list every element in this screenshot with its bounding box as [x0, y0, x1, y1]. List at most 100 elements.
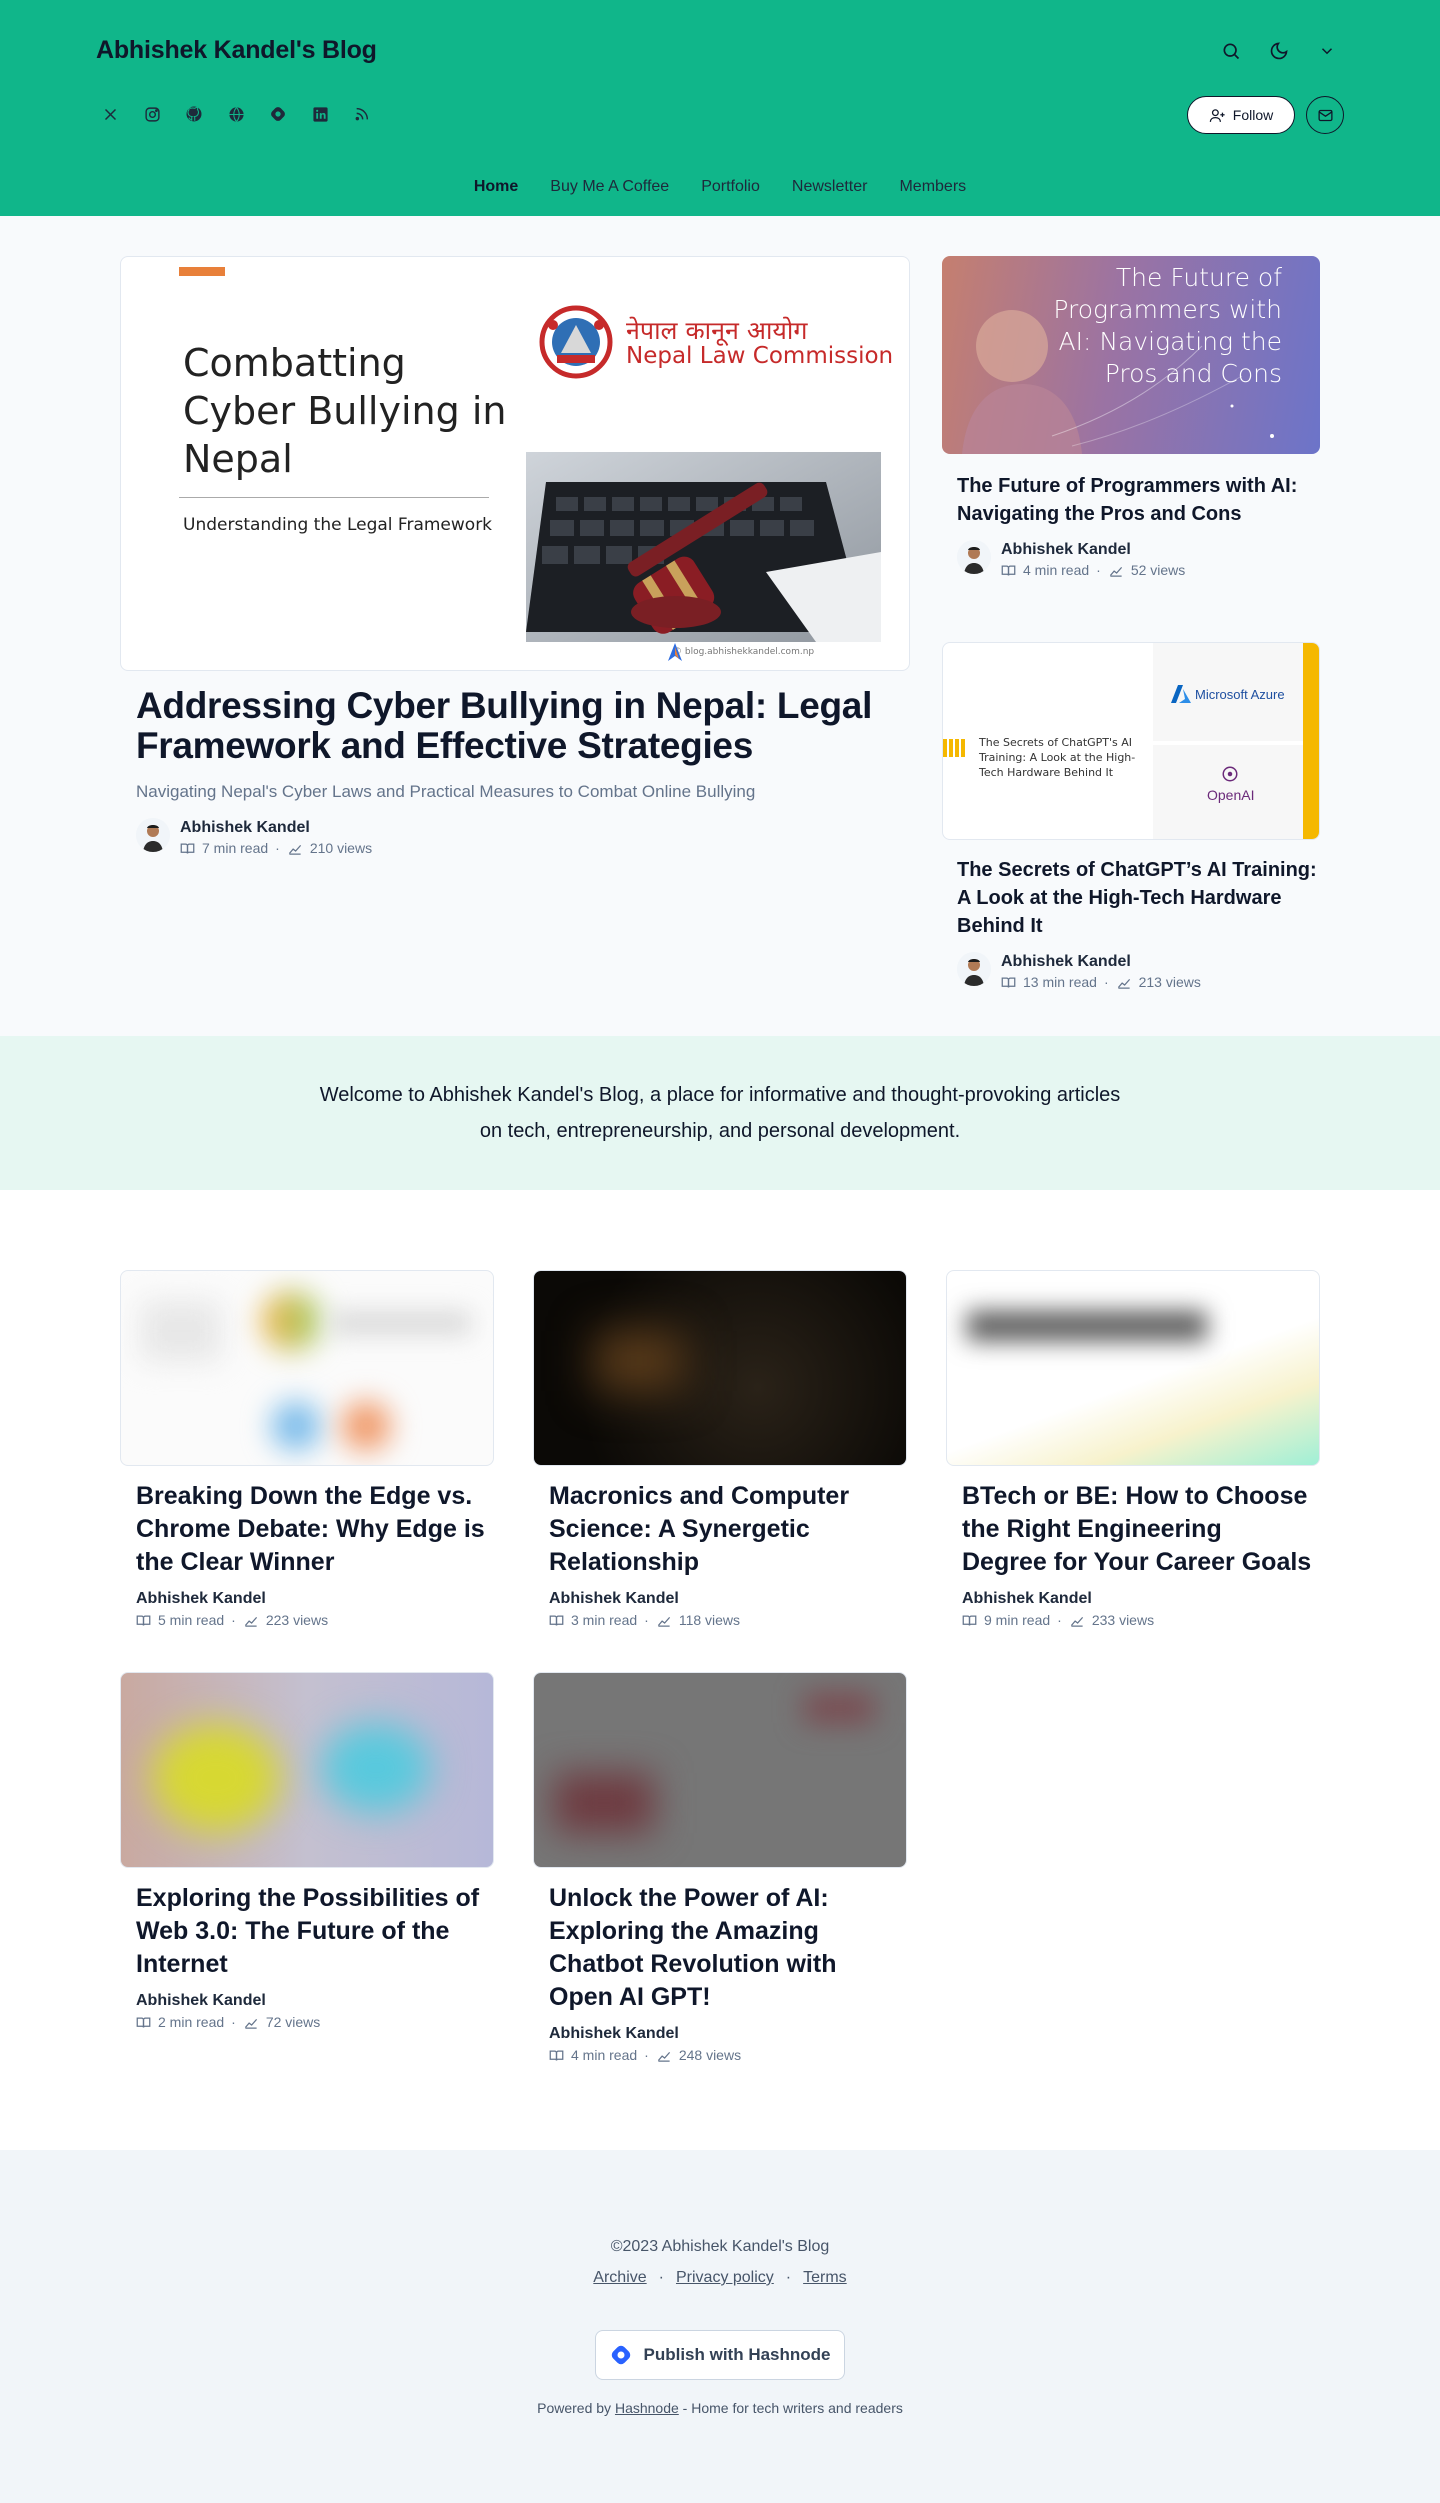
blurred-shape	[261, 1291, 321, 1351]
side-post-title[interactable]: The Future of Programmers with AI: Navig…	[957, 472, 1317, 528]
view-count: 248 views	[678, 2047, 742, 2063]
author-name[interactable]: Abhishek Kandel	[549, 1590, 679, 1608]
powered-suffix: - Home for tech writers and readers	[682, 2400, 903, 2416]
side-post-cover[interactable]: The Secrets of ChatGPT's AI Training: A …	[942, 642, 1320, 840]
publish-label: Publish with Hashnode	[643, 2345, 831, 2364]
view-count: 72 views	[265, 2014, 321, 2030]
social-link-linkedin[interactable]	[306, 100, 334, 128]
meta-separator: ·	[1096, 562, 1101, 578]
follow-button[interactable]: Follow	[1187, 96, 1295, 134]
social-link-hashnode[interactable]	[264, 100, 292, 128]
newsletter-button[interactable]	[1306, 96, 1344, 134]
nav-item-buy-me-a-coffee[interactable]: Buy Me A Coffee	[550, 178, 669, 196]
cover-org-english: Nepal Law Commission	[626, 343, 894, 369]
site-header: Abhishek Kandel's Blog Follow Home Buy M…	[0, 0, 1440, 216]
post-meta: 5 min read · 223 views	[136, 1610, 328, 1630]
avatar[interactable]	[957, 540, 991, 574]
social-link-instagram[interactable]	[138, 100, 166, 128]
post-cover[interactable]	[946, 1270, 1320, 1466]
author-name[interactable]: Abhishek Kandel	[136, 1992, 266, 2010]
meta-separator: ·	[231, 1612, 236, 1628]
author-name[interactable]: Abhishek Kandel	[180, 818, 372, 838]
book-open-icon	[180, 843, 195, 854]
views-chart-icon	[1109, 566, 1122, 577]
gavel-laptop-image	[526, 452, 881, 642]
social-link-website[interactable]	[222, 100, 250, 128]
publish-with-hashnode-button[interactable]: Publish with Hashnode	[595, 2330, 845, 2380]
header-tools	[1214, 34, 1344, 68]
azure-logo-icon	[1171, 685, 1191, 703]
nav-item-home[interactable]: Home	[474, 178, 518, 196]
views-chart-icon	[288, 844, 301, 855]
cover-url: © blog.abhishekkandel.com.np	[673, 647, 815, 657]
featured-post-cover[interactable]: Combatting Cyber Bullying in Nepal Under…	[120, 256, 910, 671]
post-cover[interactable]	[120, 1270, 494, 1466]
avatar[interactable]	[136, 818, 170, 852]
post-title[interactable]: Unlock the Power of AI: Exploring the Am…	[549, 1882, 899, 2014]
post-title[interactable]: Macronics and Computer Science: A Synerg…	[549, 1480, 899, 1579]
view-count: 118 views	[678, 1612, 741, 1628]
book-open-icon	[962, 1615, 977, 1626]
featured-post-subtitle: Navigating Nepal's Cyber Laws and Practi…	[136, 782, 756, 801]
nepal-emblem-icon	[539, 305, 613, 379]
post-cover[interactable]	[120, 1672, 494, 1868]
side-post-title[interactable]: The Secrets of ChatGPT’s AI Training: A …	[957, 856, 1317, 940]
book-open-icon	[136, 1615, 151, 1626]
post-title[interactable]: Breaking Down the Edge vs. Chrome Debate…	[136, 1480, 486, 1579]
footer-separator: ·	[785, 2269, 792, 2286]
post-title[interactable]: Exploring the Possibilities of Web 3.0: …	[136, 1882, 486, 1981]
blurred-shape	[151, 1723, 281, 1833]
author-name[interactable]: Abhishek Kandel	[962, 1590, 1092, 1608]
view-count: 213 views	[1138, 974, 1201, 990]
footer-link-archive[interactable]: Archive	[593, 2269, 646, 2287]
social-link-rss[interactable]	[348, 100, 376, 128]
post-meta: 9 min read · 233 views	[962, 1610, 1154, 1630]
theme-toggle-button[interactable]	[1262, 34, 1296, 68]
featured-post-title[interactable]: Addressing Cyber Bullying in Nepal: Lega…	[136, 686, 896, 766]
nav-item-newsletter[interactable]: Newsletter	[792, 178, 868, 196]
welcome-banner: Welcome to Abhishek Kandel's Blog, a pla…	[0, 1036, 1440, 1190]
nav-item-portfolio[interactable]: Portfolio	[701, 178, 760, 196]
post-title[interactable]: BTech or BE: How to Choose the Right Eng…	[962, 1480, 1312, 1579]
azure-label: Microsoft Azure	[1195, 687, 1285, 702]
featured-post-author: Abhishek Kandel 7 min read · 210 views	[136, 818, 372, 858]
author-avatar-image	[957, 952, 991, 986]
read-time: 4 min read	[571, 2047, 638, 2063]
author-name[interactable]: Abhishek Kandel	[1001, 952, 1201, 972]
blurred-shape	[331, 1311, 471, 1335]
post-meta: 4 min read · 248 views	[549, 2045, 741, 2065]
chevron-down-icon	[1321, 48, 1333, 55]
blurred-shape	[554, 1773, 654, 1833]
views-chart-icon	[244, 2018, 257, 2029]
post-meta: 3 min read · 118 views	[549, 1610, 740, 1630]
meta-separator: ·	[1103, 974, 1109, 990]
social-link-x[interactable]	[96, 100, 124, 128]
side-post-cover[interactable]: The Future of Programmers with AI: Navig…	[942, 256, 1320, 454]
author-name[interactable]: Abhishek Kandel	[1001, 540, 1185, 560]
menu-dropdown-button[interactable]	[1310, 34, 1344, 68]
powered-by: Powered by Hashnode - Home for tech writ…	[0, 2400, 1440, 2416]
nav-item-members[interactable]: Members	[899, 178, 966, 196]
book-open-icon	[549, 2050, 564, 2061]
side-post-author: Abhishek Kandel 13 min read · 213 views	[957, 952, 1201, 992]
site-footer: ©2023 Abhishek Kandel's Blog Archive · P…	[0, 2150, 1440, 2503]
views-chart-icon	[657, 2051, 670, 2062]
post-cover[interactable]	[533, 1270, 907, 1466]
hashnode-link[interactable]: Hashnode	[615, 2400, 679, 2416]
read-time: 13 min read	[1023, 974, 1097, 990]
author-name[interactable]: Abhishek Kandel	[136, 1590, 266, 1608]
book-open-icon	[136, 2017, 151, 2028]
read-time: 7 min read	[202, 840, 269, 856]
post-cover[interactable]	[533, 1672, 907, 1868]
footer-link-terms[interactable]: Terms	[803, 2269, 847, 2287]
search-button[interactable]	[1214, 34, 1248, 68]
social-link-github[interactable]	[180, 100, 208, 128]
footer-link-privacy-policy[interactable]: Privacy policy	[676, 2269, 774, 2287]
blog-title[interactable]: Abhishek Kandel's Blog	[96, 36, 377, 65]
author-name[interactable]: Abhishek Kandel	[549, 2025, 679, 2043]
follow-actions: Follow	[1187, 96, 1344, 134]
footer-links: Archive · Privacy policy · Terms	[0, 2269, 1440, 2287]
book-open-icon	[1001, 565, 1016, 576]
views-chart-icon	[657, 1616, 670, 1627]
avatar[interactable]	[957, 952, 991, 986]
